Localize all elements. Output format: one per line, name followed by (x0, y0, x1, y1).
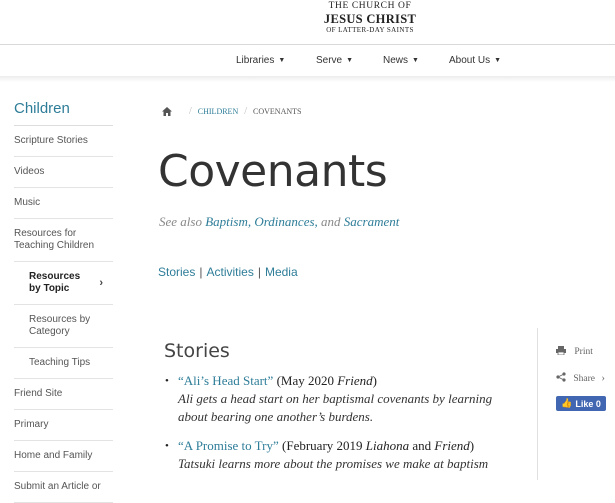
sidebar-item-music[interactable]: Music (14, 188, 113, 219)
story-and: and (412, 438, 432, 453)
caret-down-icon: ▼ (494, 57, 502, 64)
story-magazine-2: Friend (434, 438, 470, 453)
chevron-right-icon: › (601, 372, 606, 384)
jump-separator: | (257, 265, 261, 279)
sidebar-item-label: Resources by Topic (29, 271, 81, 294)
sidebar-item-primary[interactable]: Primary (14, 410, 113, 441)
like-label: Like 0 (575, 398, 601, 409)
sidebar-item-resources-by-category[interactable]: Resources by Category (14, 305, 113, 348)
story-link[interactable]: “Ali’s Head Start” (178, 373, 273, 388)
jump-links: Stories | Activities | Media (158, 265, 298, 279)
link-baptism[interactable]: Baptism, (205, 214, 251, 229)
jump-media[interactable]: Media (265, 265, 298, 279)
print-label: Print (574, 347, 593, 357)
story-description: Ali gets a head start on her baptismal c… (178, 391, 493, 424)
story-date-close: ) (469, 438, 475, 453)
breadcrumb-children[interactable]: CHILDREN (198, 107, 238, 116)
main-nav: Libraries ▼ Serve ▼ News ▼ About Us ▼ (0, 44, 615, 77)
nav-about-label: About Us (449, 55, 491, 66)
nav-shadow (0, 76, 615, 82)
breadcrumb-current: COVENANTS (253, 107, 302, 116)
jump-separator: | (199, 265, 203, 279)
story-magazine: Liahona (365, 438, 410, 453)
nav-news-label: News (383, 55, 409, 66)
bullet: • (165, 375, 169, 387)
see-also: See also Baptism, Ordinances, and Sacram… (159, 214, 399, 230)
printer-icon (556, 346, 566, 356)
breadcrumb-separator: / (244, 106, 248, 117)
logo-line-1: THE CHURCH OF (328, 1, 412, 11)
story-date: (May 2020 (276, 373, 334, 388)
site-header: THE CHURCH OF JESUS CHRIST OF LATTER-DAY… (0, 0, 615, 44)
nav-news[interactable]: News ▼ (383, 55, 419, 66)
sidebar-item-home-family[interactable]: Home and Family (14, 441, 113, 472)
link-sacrament[interactable]: Sacrament (344, 214, 400, 229)
print-button[interactable]: Print (556, 346, 593, 357)
sidebar-item-submit-article[interactable]: Submit an Article or (14, 472, 113, 503)
see-also-and: and (321, 214, 341, 229)
see-also-prefix: See also (159, 214, 202, 229)
story-description: Tatsuki learns more about the promises w… (178, 456, 489, 471)
caret-down-icon: ▼ (412, 57, 419, 64)
chevron-right-icon: › (99, 277, 103, 289)
nav-libraries-label: Libraries (236, 55, 275, 66)
tools-divider (537, 328, 538, 480)
page-title: Covenants (158, 146, 388, 197)
caret-down-icon: ▼ (278, 57, 286, 64)
nav-libraries[interactable]: Libraries ▼ (236, 55, 285, 66)
bullet: • (165, 440, 169, 452)
jump-stories[interactable]: Stories (158, 265, 195, 279)
sidebar-item-teaching-tips[interactable]: Teaching Tips (14, 348, 113, 379)
breadcrumb-separator: / (189, 106, 192, 117)
list-item: • “A Promise to Try” (February 2019 Liah… (165, 437, 518, 473)
sidebar-item-friend-site[interactable]: Friend Site (14, 379, 113, 410)
nav-serve[interactable]: Serve ▼ (316, 55, 353, 66)
sidebar-item-scripture-stories[interactable]: Scripture Stories (14, 126, 113, 157)
logo-line-3: OF LATTER-DAY SAINTS (326, 26, 414, 34)
facebook-like-button[interactable]: 👍 Like 0 (556, 396, 606, 411)
share-button[interactable]: Share › (556, 372, 605, 384)
link-ordinances[interactable]: Ordinances, (254, 214, 317, 229)
caret-down-icon: ▼ (346, 57, 354, 64)
church-logo[interactable]: THE CHURCH OF JESUS CHRIST OF LATTER-DAY… (322, 1, 418, 34)
logo-line-2: JESUS CHRIST (323, 11, 417, 26)
home-icon[interactable] (161, 106, 173, 117)
breadcrumb: / CHILDREN / COVENANTS (161, 106, 301, 117)
sidebar-item-resources-teaching[interactable]: Resources for Teaching Children (14, 219, 113, 262)
sidebar-title[interactable]: Children (14, 100, 113, 126)
nav-serve-label: Serve (316, 55, 343, 66)
story-link[interactable]: “A Promise to Try” (178, 438, 279, 453)
story-date: (February 2019 (282, 438, 363, 453)
jump-activities[interactable]: Activities (206, 265, 253, 279)
share-icon (556, 372, 566, 382)
nav-about-us[interactable]: About Us ▼ (449, 55, 501, 66)
thumbs-up-icon: 👍 (561, 398, 573, 408)
story-magazine: Friend (337, 373, 373, 388)
list-item: • “Ali’s Head Start” (May 2020 Friend) A… (165, 372, 518, 426)
share-label: Share (573, 374, 596, 384)
sidebar: Children Scripture Stories Videos Music … (14, 100, 113, 503)
story-date-close: ) (372, 373, 377, 388)
stories-heading: Stories (164, 340, 230, 362)
sidebar-item-resources-by-topic[interactable]: Resources by Topic › (14, 262, 113, 305)
sidebar-item-videos[interactable]: Videos (14, 157, 113, 188)
